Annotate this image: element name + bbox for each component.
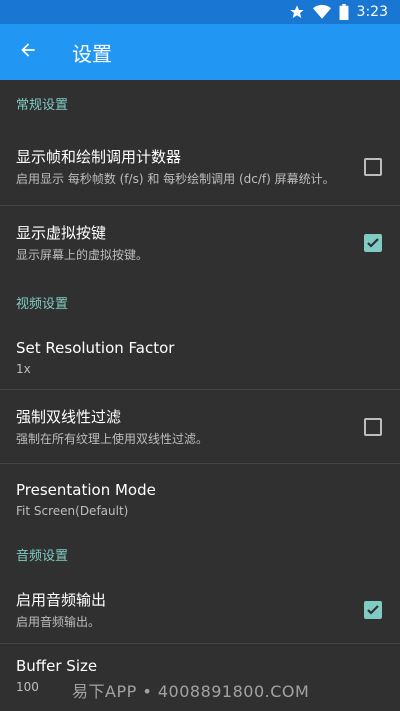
pref-fps-counter[interactable]: 显示帧和绘制调用计数器 启用显示 每秒帧数 (f/s) 和 每秒绘制调用 (dc…	[0, 128, 400, 205]
pref-resolution-factor[interactable]: Set Resolution Factor 1x	[0, 327, 400, 389]
pref-summary: 1x	[16, 361, 31, 376]
fps-counter-checkbox[interactable]	[364, 157, 382, 176]
pref-title: 启用音频输出	[16, 591, 107, 609]
pref-title: Set Resolution Factor	[16, 338, 175, 357]
virtual-keys-checkbox[interactable]	[364, 233, 382, 252]
section-header-video: 视频设置	[16, 297, 69, 312]
section-header-general: 常规设置	[16, 98, 69, 113]
pref-title: 显示帧和绘制调用计数器	[16, 147, 182, 166]
bilinear-filter-checkbox[interactable]	[364, 417, 382, 436]
pref-summary: 启用音频输出。	[16, 615, 101, 629]
star-icon	[289, 4, 305, 20]
pref-summary: 显示屏幕上的虚拟按键。	[16, 247, 149, 262]
arrow-left-icon	[18, 40, 38, 64]
pref-presentation-mode[interactable]: Presentation Mode Fit Screen(Default)	[0, 464, 400, 537]
section-header-audio: 音频设置	[16, 549, 69, 564]
watermark: 易下APP • 4008891800.COM	[72, 682, 310, 701]
back-button[interactable]	[0, 24, 56, 80]
audio-output-checkbox[interactable]	[364, 601, 382, 619]
status-bar: 3:23	[0, 0, 400, 24]
pref-summary: 启用显示 每秒帧数 (f/s) 和 每秒绘制调用 (dc/f) 屏幕统计。	[16, 171, 335, 186]
page-title: 设置	[72, 41, 112, 66]
pref-audio-output[interactable]: 启用音频输出 启用音频输出。	[0, 577, 400, 643]
pref-title: Buffer Size	[16, 656, 98, 675]
pref-title: 强制双线性过滤	[16, 407, 122, 426]
pref-summary: 强制在所有纹理上使用双线性过滤。	[16, 431, 209, 446]
status-time: 3:23	[356, 4, 388, 20]
pref-bilinear-filter[interactable]: 强制双线性过滤 强制在所有纹理上使用双线性过滤。	[0, 390, 400, 463]
pref-title: 显示虚拟按键	[16, 223, 107, 242]
wifi-icon	[312, 4, 331, 20]
app-bar: 设置	[0, 24, 400, 80]
settings-list: 常规设置 显示帧和绘制调用计数器 启用显示 每秒帧数 (f/s) 和 每秒绘制调…	[0, 80, 400, 708]
pref-virtual-keys[interactable]: 显示虚拟按键 显示屏幕上的虚拟按键。	[0, 206, 400, 279]
battery-icon	[339, 4, 349, 20]
pref-summary: Fit Screen(Default)	[16, 504, 129, 518]
pref-title: Presentation Mode	[16, 481, 156, 499]
